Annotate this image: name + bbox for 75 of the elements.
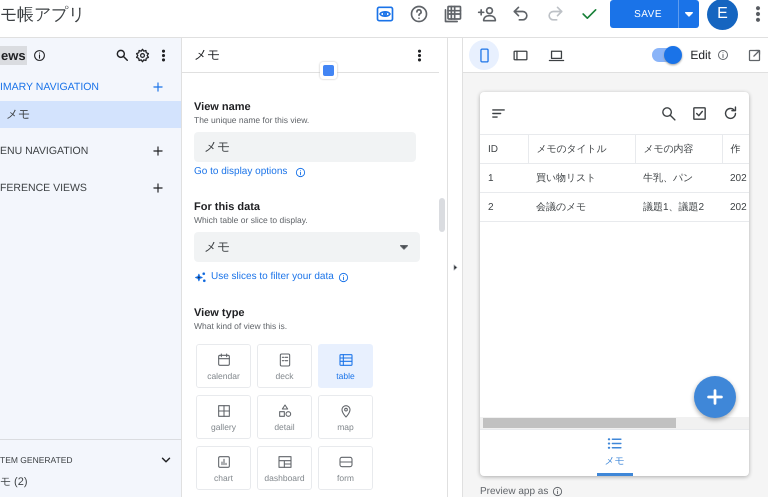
app-title: モ帳アプリ — [0, 4, 86, 26]
table-cell: 2 — [480, 192, 528, 222]
table-cell: 1 — [480, 164, 528, 192]
add-person-icon[interactable] — [477, 4, 498, 24]
view-type-option[interactable]: detail — [257, 395, 312, 439]
calendar-icon — [216, 352, 232, 368]
search-icon[interactable] — [115, 48, 129, 62]
field-label: For this data — [194, 200, 262, 214]
checkbox-icon[interactable] — [691, 104, 708, 122]
view-type-option[interactable]: chart — [196, 446, 251, 490]
open-external-icon[interactable] — [747, 48, 762, 62]
table-cell: 牛乳、パン — [635, 164, 722, 192]
view-type-option[interactable]: table — [318, 344, 373, 388]
table-icon — [338, 352, 354, 368]
nav-item[interactable]: モ (2) — [0, 472, 181, 490]
device-button[interactable] — [469, 40, 499, 70]
bar-chart-icon — [216, 454, 232, 470]
save-button[interactable]: SAVE — [610, 0, 699, 28]
view-type-option[interactable]: dashboard — [257, 446, 312, 490]
table-cell: 202 — [722, 164, 749, 192]
link[interactable]: Use slices to filter your data — [211, 270, 334, 284]
nav-section-title: FERENCE VIEWS — [0, 182, 87, 194]
column-header[interactable]: メモの内容 — [635, 134, 722, 164]
add-icon[interactable] — [151, 144, 165, 158]
add-button[interactable] — [694, 376, 736, 418]
table-cell: 会議のメモ — [528, 192, 635, 222]
bottom-nav-item[interactable]: メモ — [596, 430, 632, 476]
field-label: View type — [194, 306, 246, 320]
section-title: ews — [0, 46, 27, 64]
list-icon — [606, 435, 623, 452]
scrollbar-thumb[interactable] — [439, 198, 445, 232]
preview-caption: Preview app as — [480, 486, 548, 497]
view-type-option[interactable]: deck — [257, 344, 312, 388]
section-title: TEM GENERATED — [0, 455, 73, 465]
column-header[interactable]: 作 — [722, 134, 749, 164]
dashboard-icon — [276, 454, 292, 470]
field-hint: Which table or slice to display. — [194, 214, 309, 226]
nav-section-title: ENU NAVIGATION — [0, 145, 88, 157]
view-type-option[interactable]: calendar — [196, 344, 251, 388]
shapes-icon — [276, 402, 292, 418]
view-type-option[interactable]: gallery — [196, 395, 251, 439]
dropdown[interactable]: メモ — [194, 232, 420, 262]
eye-icon[interactable] — [375, 4, 396, 24]
panel-title: メモ — [194, 46, 220, 64]
toggle-label: Edit — [690, 48, 711, 62]
field-hint: The unique name for this view. — [194, 114, 310, 126]
refresh-icon[interactable] — [722, 104, 739, 122]
field-label: View name — [194, 100, 252, 114]
plus-icon — [704, 386, 726, 408]
help-icon[interactable] — [409, 4, 430, 24]
avatar[interactable]: E — [707, 0, 738, 30]
nav-section-title: IMARY NAVIGATION — [0, 81, 99, 93]
add-icon[interactable] — [151, 181, 165, 195]
translate-icon[interactable] — [320, 62, 337, 79]
grid-icon[interactable] — [443, 4, 464, 24]
grid-icon — [216, 402, 232, 418]
nav-item[interactable]: メモ — [0, 101, 181, 128]
toggle-switch[interactable] — [652, 48, 680, 62]
table-cell: 買い物リスト — [528, 164, 635, 192]
search-icon[interactable] — [660, 104, 677, 122]
info-icon[interactable] — [717, 49, 729, 61]
column-header[interactable]: メモのタイトル — [528, 134, 635, 164]
table-cell: 202 — [722, 192, 749, 222]
horizontal-scrollbar[interactable] — [480, 417, 749, 429]
collapse-arrow-icon[interactable] — [450, 263, 460, 272]
info-icon[interactable] — [32, 48, 46, 62]
view-type-option[interactable]: form — [318, 446, 373, 490]
field-hint: What kind of view this is. — [194, 320, 288, 332]
view-type-option[interactable]: map — [318, 395, 373, 439]
link[interactable]: Go to display options — [194, 165, 288, 179]
settings-icon[interactable] — [135, 48, 150, 62]
sparkle-icon — [194, 270, 207, 284]
input-field[interactable]: メモ — [194, 132, 416, 162]
column-header[interactable]: ID — [480, 134, 528, 164]
table-cell: 議題1、議題2 — [635, 192, 722, 222]
